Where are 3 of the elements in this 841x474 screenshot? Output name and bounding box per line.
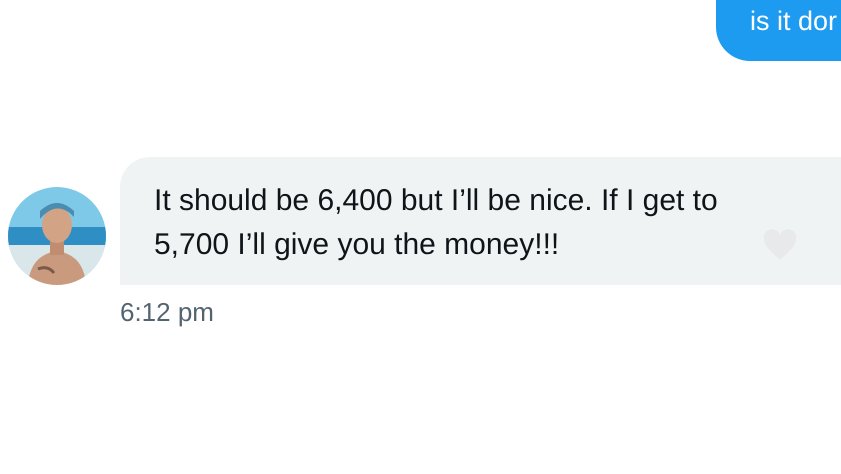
message-text: It should be 6,400 but I’ll be nice. If I get to 5,700 I’ll give you the money!!!: [154, 183, 719, 263]
timestamp: 6:12 pm: [120, 297, 214, 328]
message-text: is it dor: [750, 6, 837, 36]
